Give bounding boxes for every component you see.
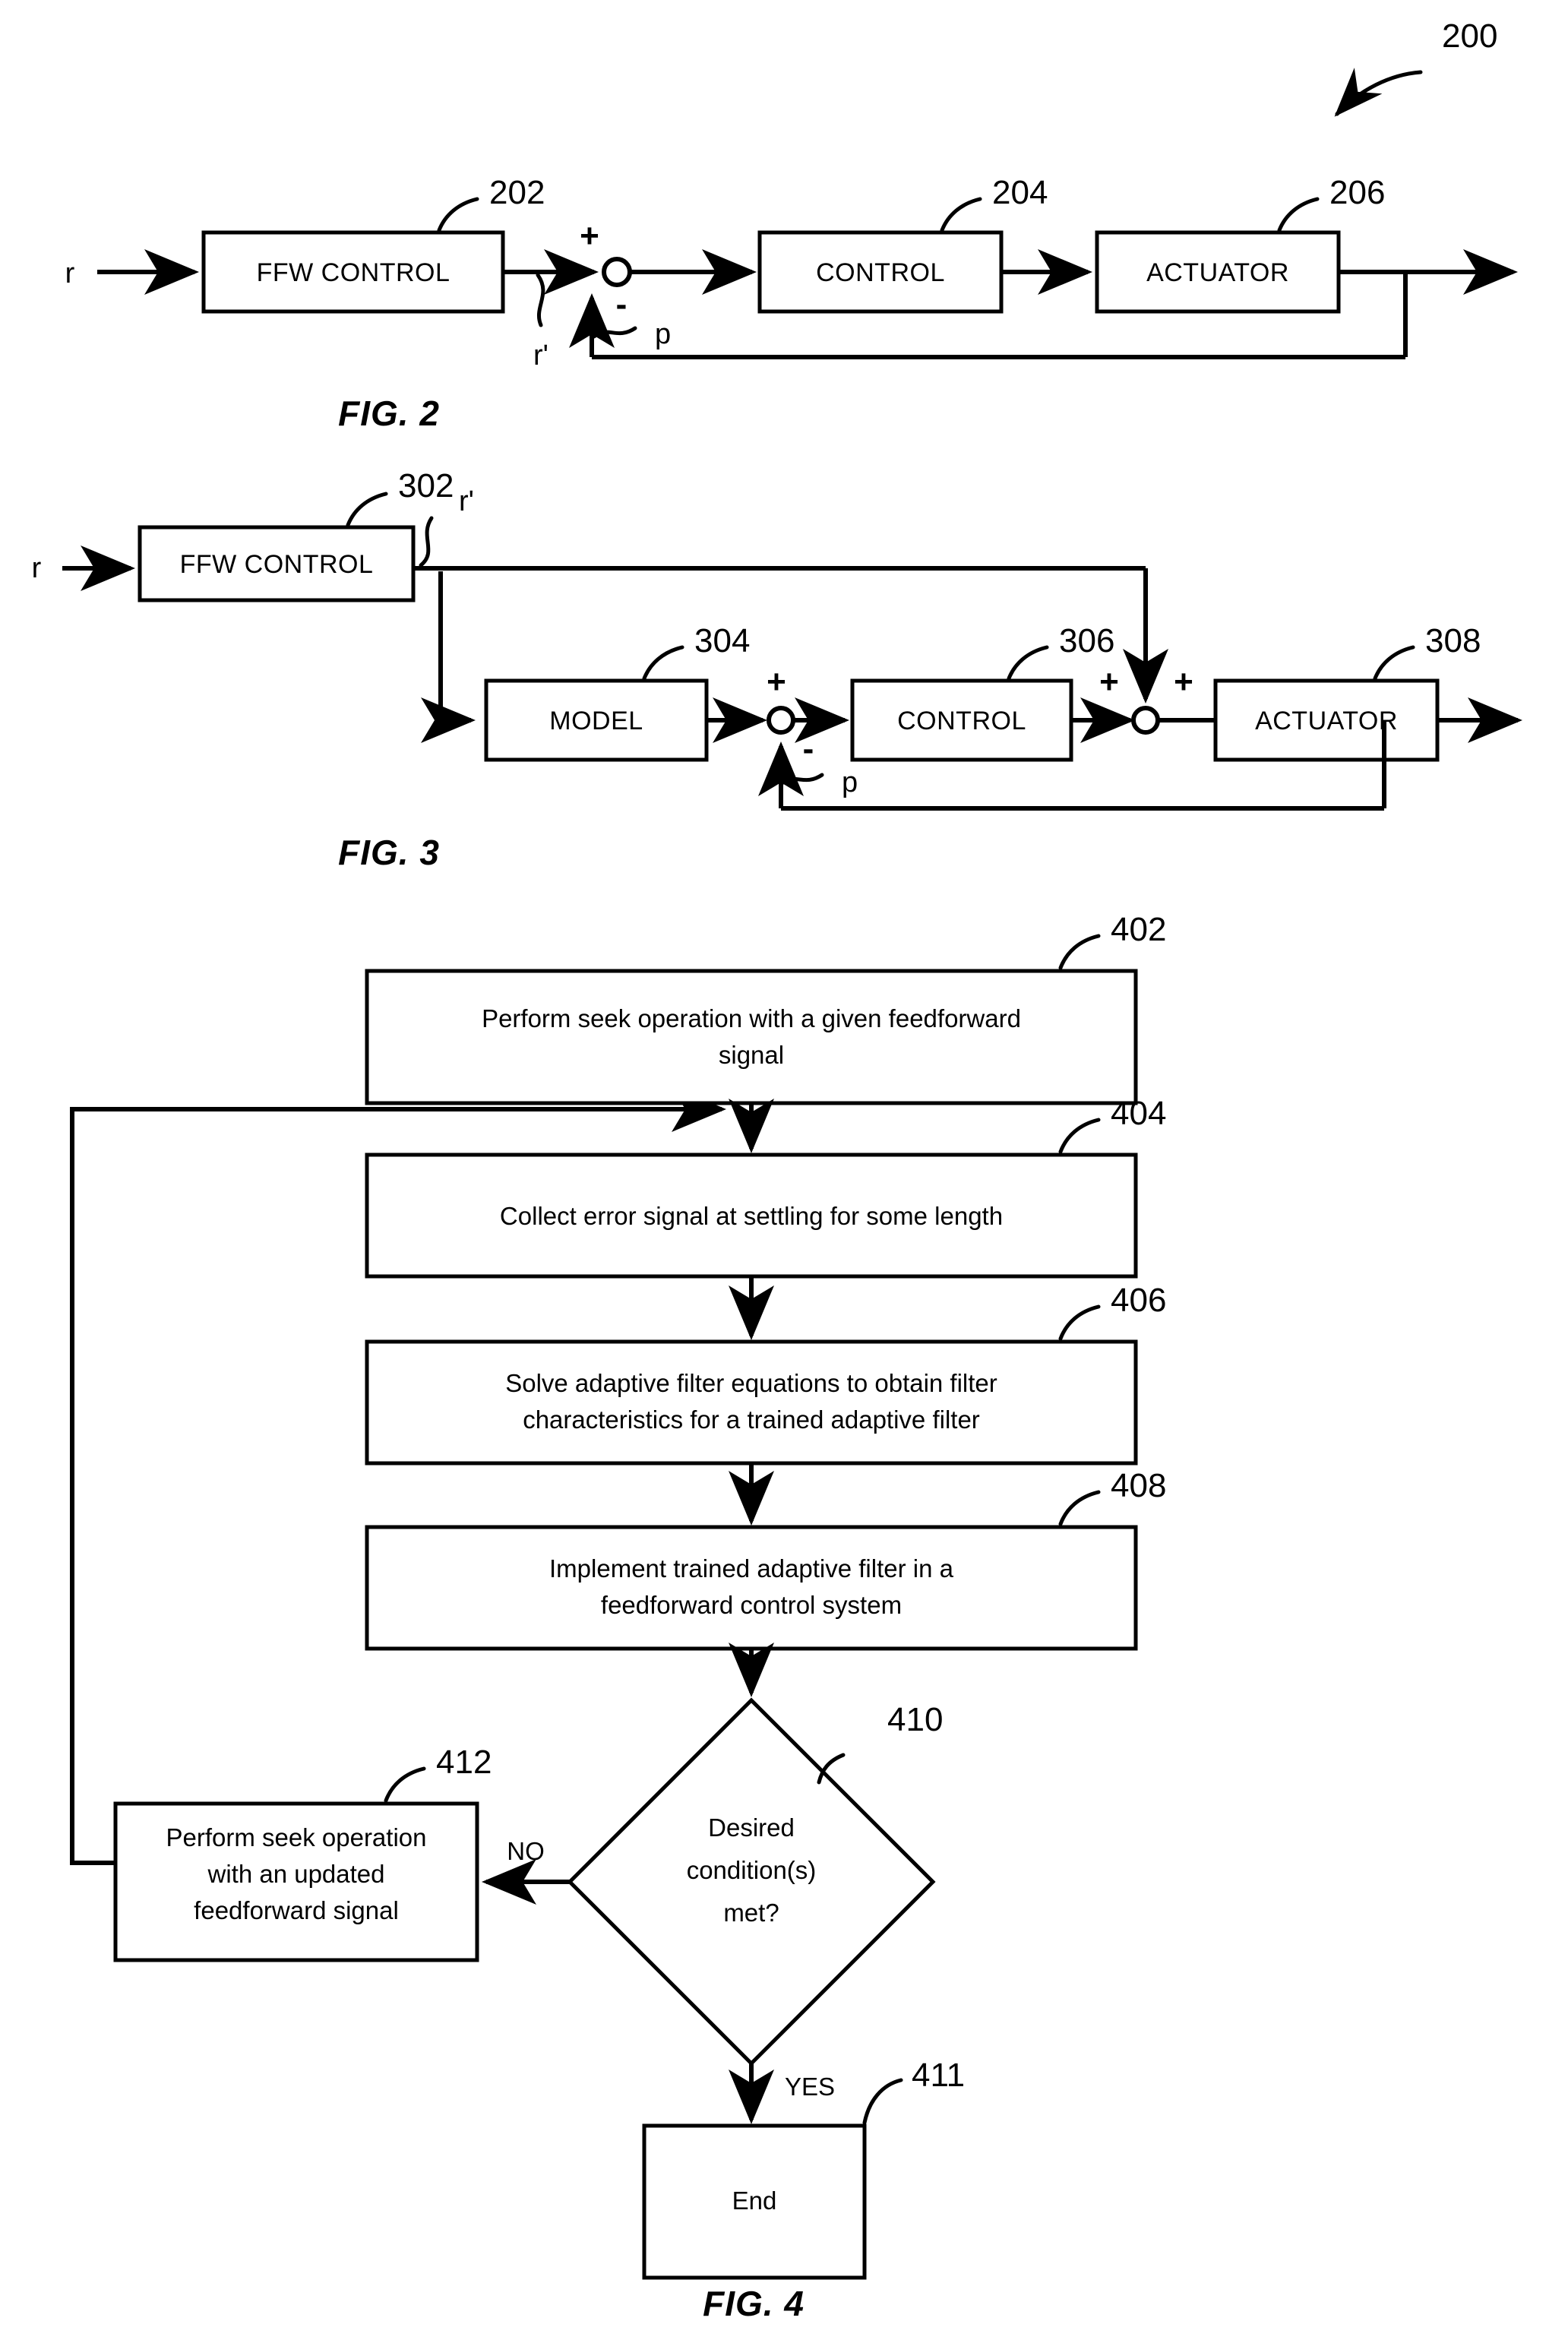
fig4-ref-number-408: 408 [1111,1467,1166,1504]
fig4-step-412-line-3: feedforward signal [194,1896,399,1924]
fig4-step-408-line-1: Implement trained adaptive filter in a [549,1554,954,1583]
fig4-caption: FIG. 4 [703,2284,805,2323]
fig4-ref-number-412: 412 [436,1744,492,1781]
fig4-step-411-label: End [732,2186,777,2215]
fig4-step-box-402 [365,969,1138,1105]
figure-4: Perform seek operation with a given feed… [70,911,1166,2323]
fig4-ref-412-callout: 412 [384,1744,492,1803]
fig4-decision-410-line-2: condition(s) [687,1856,817,1884]
fig4-step-412-line-1: Perform seek operation [166,1823,426,1851]
fig4-ref-number-402: 402 [1111,911,1166,948]
fig4-step-404-line-1: Collect error signal at settling for som… [500,1202,1003,1230]
fig4-step-406-line-2: characteristics for a trained adaptive f… [523,1405,980,1434]
fig4-ref-408-callout: 408 [1058,1467,1166,1526]
fig4-branch-label-yes: YES [785,2073,835,2101]
fig4-ref-number-406: 406 [1111,1282,1166,1319]
fig4-decision-410-line-3: met? [723,1899,779,1927]
fig4-ref-number-410: 410 [887,1701,943,1738]
fig4-step-406-line-1: Solve adaptive filter equations to obtai… [505,1369,997,1397]
patent-figure-sheet: 200 r FFW CONTROL 202 r' + - p CONTROL 2… [0,0,1568,2343]
fig4-ref-402-callout: 402 [1058,911,1166,970]
fig4-step-408-line-2: feedforward control system [601,1591,902,1619]
fig4-branch-label-no: NO [507,1837,545,1865]
fig4-step-box-408 [365,1525,1138,1651]
fig4-ref-411-callout: 411 [862,2057,965,2125]
fig4-step-402-line-2: signal [719,1041,784,1069]
fig4-step-box-406 [365,1339,1138,1466]
fig4-decision-410-line-1: Desired [708,1813,795,1842]
fig4-ref-number-411: 411 [912,2057,965,2094]
fig4-step-402-line-1: Perform seek operation with a given feed… [482,1004,1021,1032]
fig4-ref-number-404: 404 [1111,1095,1166,1132]
fig4-step-412-line-2: with an updated [207,1860,384,1888]
fig4-ref-410-callout: 410 [817,1701,943,1785]
fig4-ref-406-callout: 406 [1058,1282,1166,1341]
